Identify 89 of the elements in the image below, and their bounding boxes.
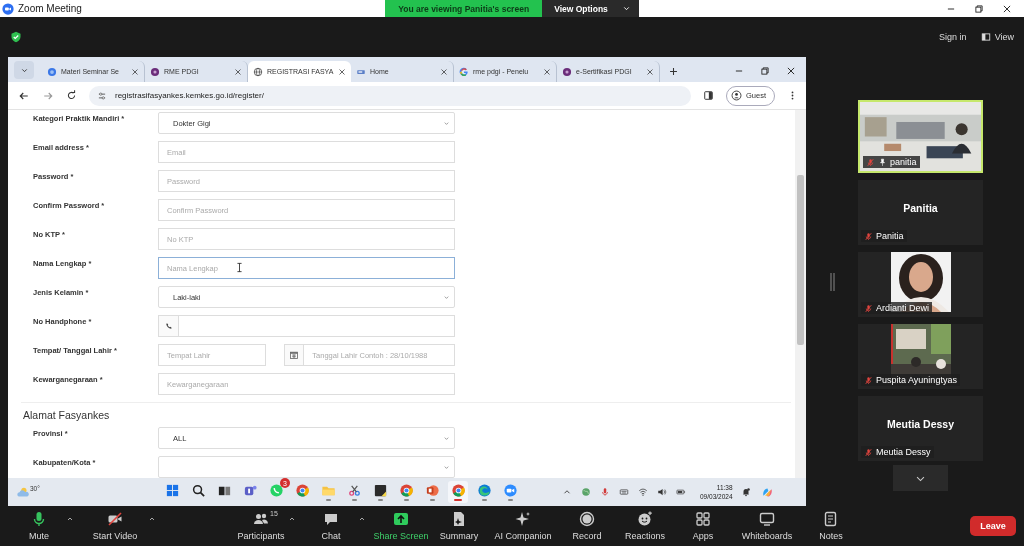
caret-icon <box>148 515 156 523</box>
bell-icon[interactable] <box>740 487 751 497</box>
microphone-icon <box>31 511 47 527</box>
caret-icon <box>66 515 74 523</box>
sign-in-link[interactable]: Sign in <box>939 32 967 42</box>
toolbar-button[interactable]: Chat <box>302 507 360 545</box>
layout-icon <box>980 32 991 42</box>
globe-icon[interactable] <box>581 487 591 497</box>
sharing-banner: You are viewing Panitia's screen <box>385 0 543 17</box>
participant-name: Panitia <box>876 231 904 241</box>
notes-app-icon <box>372 483 388 498</box>
toolbar-button[interactable]: Summary <box>430 507 488 545</box>
caret-icon <box>443 119 450 127</box>
circle-icon <box>562 66 572 77</box>
record-icon <box>579 511 595 527</box>
caret-icon <box>443 434 450 442</box>
participant-name-display: Panitia <box>903 201 938 214</box>
windows-logo-icon <box>164 483 180 498</box>
keyboard-icon[interactable] <box>619 487 629 497</box>
share-screen-icon <box>393 511 409 527</box>
reload-icon[interactable] <box>66 90 77 101</box>
chat-app-icon <box>242 483 258 498</box>
participant-name: panitia <box>890 157 917 167</box>
globe-icon <box>47 66 57 77</box>
close-icon[interactable] <box>338 67 346 76</box>
camera-off-icon <box>107 511 123 527</box>
document-icon <box>451 511 467 527</box>
phone-icon <box>164 322 173 330</box>
caret-icon <box>443 293 450 301</box>
browser-icon <box>450 483 466 498</box>
globe-icon <box>253 66 263 77</box>
browser-icon <box>398 483 414 498</box>
shield-icon <box>10 31 22 43</box>
toolbar-button[interactable]: AI Companion <box>488 507 558 545</box>
chat-icon <box>323 511 339 527</box>
leave-button[interactable]: Leave <box>970 516 1016 536</box>
participant-name: Meutia Dessy <box>876 447 931 457</box>
wifi-icon[interactable] <box>638 487 648 497</box>
notes-icon <box>823 511 839 527</box>
toolbar-button[interactable]: Apps <box>674 507 732 545</box>
browser-icon <box>476 483 492 498</box>
address-field[interactable]: registrasifasyankes.kemkes.go.id/register/ <box>89 85 691 106</box>
scrollbar[interactable] <box>795 110 806 478</box>
restore-icon[interactable] <box>760 66 770 76</box>
participant-name: Puspita Ayuningtyas <box>876 375 957 385</box>
microphone-icon[interactable] <box>600 487 610 497</box>
restore-icon[interactable] <box>974 3 984 14</box>
resize-handle-icon[interactable] <box>828 271 836 292</box>
view-button[interactable]: View <box>980 32 1014 42</box>
toolbar-button[interactable]: Start Video <box>80 507 150 545</box>
site-settings-icon[interactable] <box>97 90 107 101</box>
close-icon[interactable] <box>1002 3 1012 14</box>
video-app-icon <box>502 483 518 498</box>
circle-icon <box>150 66 160 77</box>
calendar-icon <box>289 350 300 360</box>
phone-field[interactable] <box>178 315 455 337</box>
new-tab-icon[interactable] <box>668 66 679 77</box>
people-icon <box>253 511 269 527</box>
monitor-icon <box>759 511 775 527</box>
caret-icon <box>288 515 296 523</box>
presentation-app-icon <box>424 483 440 498</box>
toolbar-button[interactable]: Record <box>558 507 616 545</box>
section-heading: Alamat Fasyankes <box>23 409 111 421</box>
toolbar-button[interactable]: Mute <box>10 507 68 545</box>
window-title: Zoom Meeting <box>18 3 82 14</box>
sparkle-icon <box>515 511 531 527</box>
google-icon <box>459 66 469 77</box>
apps-icon <box>695 511 711 527</box>
smiley-icon <box>637 511 653 527</box>
speaker-icon[interactable] <box>657 487 667 497</box>
text-cursor-icon <box>234 262 245 273</box>
scissors-icon <box>346 483 362 498</box>
close-icon[interactable] <box>786 66 796 76</box>
toolbar-button[interactable]: Reactions <box>616 507 674 545</box>
caret-icon <box>621 4 631 13</box>
participant-name: Ardianti Dewi <box>876 303 930 313</box>
participant-name-display: Meutia Dessy <box>886 417 955 430</box>
side-panel-icon[interactable] <box>703 90 714 101</box>
toolbar-button[interactable]: Notes <box>802 507 860 545</box>
view-options-button[interactable]: View Options <box>542 0 639 17</box>
caret-icon <box>443 463 450 471</box>
toolbar-button[interactable]: Whiteboards <box>732 507 802 545</box>
messenger-icon <box>268 483 284 498</box>
caret-icon <box>358 515 366 523</box>
browser-icon <box>294 483 310 498</box>
toolbar-button[interactable]: Share Screen <box>372 507 430 545</box>
search-icon <box>190 483 206 498</box>
battery-icon[interactable] <box>676 487 686 497</box>
person-icon <box>731 90 742 101</box>
